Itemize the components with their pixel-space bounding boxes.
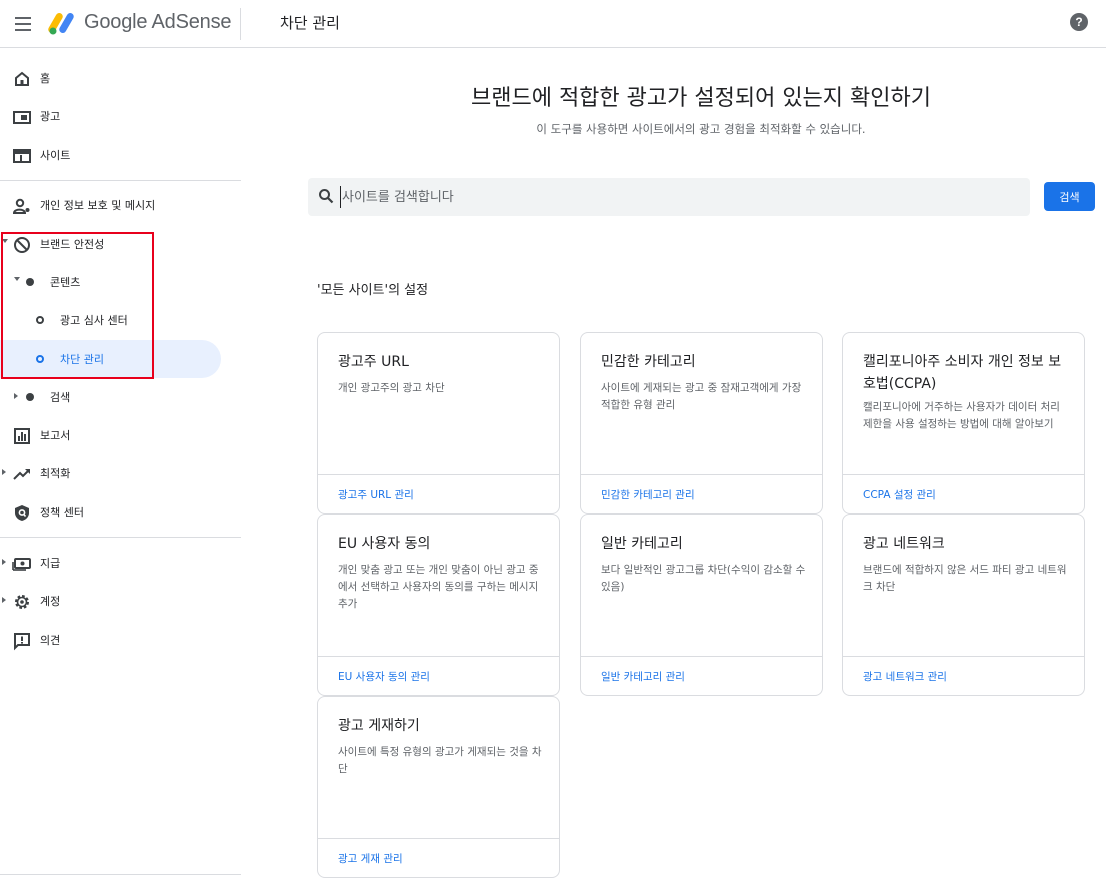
card-divider bbox=[318, 838, 559, 839]
payments-icon bbox=[12, 558, 31, 571]
sidebar-item-label: 검색 bbox=[50, 391, 71, 404]
help-icon[interactable]: ? bbox=[1070, 13, 1088, 31]
hero-title: 브랜드에 적합한 광고가 설정되어 있는지 확인하기 bbox=[470, 86, 931, 111]
card-divider bbox=[581, 474, 822, 475]
card-eu-consent: EU 사용자 동의 개인 맞춤 광고 또는 개인 맞춤이 아닌 광고 중에서 선… bbox=[317, 514, 560, 696]
card-description: 사이트에 특정 유형의 광고가 게재되는 것을 차단 bbox=[338, 746, 542, 775]
card-divider bbox=[581, 656, 822, 657]
sidebar-item-label: 의견 bbox=[40, 634, 61, 647]
sidebar-item-ads[interactable]: 광고 bbox=[0, 97, 241, 135]
card-divider bbox=[318, 474, 559, 475]
card-description: 캘리포니아에 거주하는 사용자가 데이터 처리 제한을 사용 설정하는 방법에 … bbox=[863, 401, 1060, 430]
sidebar-item-label: 지급 bbox=[40, 557, 61, 570]
card-ad-networks: 광고 네트워크 브랜드에 적합하지 않은 서드 파티 광고 네트워크 차단 광고… bbox=[842, 514, 1085, 696]
sidebar-item-label: 광고 bbox=[40, 110, 61, 123]
card-sensitive-categories: 민감한 카테고리 사이트에 게재되는 광고 중 잠재고객에게 가장 적합한 유형… bbox=[580, 332, 823, 514]
sidebar-item-label: 계정 bbox=[40, 595, 61, 608]
privacy-person-icon bbox=[12, 198, 30, 214]
card-title: 캘리포니아주 소비자 개인 정보 보호법(CCPA) bbox=[863, 354, 1062, 392]
card-link[interactable]: 광고주 URL 관리 bbox=[338, 487, 414, 502]
card-title: EU 사용자 동의 bbox=[338, 536, 431, 552]
sidebar-item-privacy[interactable]: 개인 정보 보호 및 메시지 bbox=[0, 186, 241, 224]
search-icon bbox=[319, 189, 334, 204]
bullet-icon bbox=[26, 393, 34, 401]
card-ad-serving: 광고 게재하기 사이트에 특정 유형의 광고가 게재되는 것을 차단 광고 게재… bbox=[317, 696, 560, 878]
search-button[interactable]: 검색 bbox=[1044, 182, 1095, 211]
expand-caret-icon bbox=[2, 469, 6, 475]
sidebar-item-policy[interactable]: 정책 센터 bbox=[0, 493, 241, 531]
trending-up-icon bbox=[13, 469, 30, 480]
card-divider bbox=[318, 656, 559, 657]
sidebar: 홈 광고 사이트 개인 정보 보호 및 메시지 브랜드 안전성 콘텐츠 광고 심… bbox=[0, 48, 241, 884]
web-icon bbox=[13, 149, 31, 163]
feedback-icon bbox=[14, 633, 30, 651]
card-description: 개인 맞춤 광고 또는 개인 맞춤이 아닌 광고 중에서 선택하고 사용자의 동… bbox=[338, 564, 539, 610]
card-ccpa: 캘리포니아주 소비자 개인 정보 보호법(CCPA) 캘리포니아에 거주하는 사… bbox=[842, 332, 1085, 514]
card-general-categories: 일반 카테고리 보다 일반적인 광고그룹 차단(수익이 감소할 수 있음) 일반… bbox=[580, 514, 823, 696]
card-title: 광고주 URL bbox=[338, 354, 409, 370]
ad-units-icon bbox=[13, 111, 31, 124]
page-title: 차단 관리 bbox=[280, 14, 340, 32]
sidebar-item-home[interactable]: 홈 bbox=[0, 59, 241, 97]
sidebar-divider bbox=[0, 537, 241, 538]
hero-subtitle: 이 도구를 사용하면 사이트에서의 광고 경험을 최적화할 수 있습니다. bbox=[536, 122, 866, 136]
expand-caret-icon bbox=[14, 393, 18, 399]
sidebar-item-feedback[interactable]: 의견 bbox=[0, 621, 241, 659]
section-title: '모든 사이트'의 설정 bbox=[317, 283, 429, 298]
sidebar-item-label: 사이트 bbox=[40, 149, 71, 162]
card-link[interactable]: CCPA 설정 관리 bbox=[863, 487, 936, 502]
card-link[interactable]: 민감한 카테고리 관리 bbox=[601, 487, 695, 502]
card-divider bbox=[843, 656, 1084, 657]
card-title: 민감한 카테고리 bbox=[601, 354, 696, 370]
sidebar-item-label: 보고서 bbox=[40, 429, 71, 442]
sidebar-item-reports[interactable]: 보고서 bbox=[0, 416, 241, 454]
card-title: 광고 네트워크 bbox=[863, 536, 945, 552]
card-link[interactable]: EU 사용자 동의 관리 bbox=[338, 669, 430, 684]
sidebar-item-sites[interactable]: 사이트 bbox=[0, 136, 241, 174]
card-description: 사이트에 게재되는 광고 중 잠재고객에게 가장 적합한 유형 관리 bbox=[601, 382, 802, 411]
card-description: 보다 일반적인 광고그룹 차단(수익이 감소할 수 있음) bbox=[601, 564, 806, 593]
sidebar-divider bbox=[0, 180, 241, 181]
sidebar-item-label: 개인 정보 보호 및 메시지 bbox=[40, 199, 156, 212]
sidebar-item-account[interactable]: 계정 bbox=[0, 582, 241, 620]
card-description: 개인 광고주의 광고 차단 bbox=[338, 382, 445, 394]
sidebar-divider bbox=[0, 874, 241, 875]
site-search-box[interactable] bbox=[308, 178, 1030, 216]
policy-shield-icon bbox=[15, 505, 29, 521]
card-link[interactable]: 광고 게재 관리 bbox=[338, 851, 403, 866]
sidebar-item-payments[interactable]: 지급 bbox=[0, 544, 241, 582]
adsense-logo-icon bbox=[48, 13, 74, 35]
sidebar-item-search[interactable]: 검색 bbox=[0, 378, 241, 416]
expand-caret-icon bbox=[2, 559, 6, 565]
sidebar-item-optimization[interactable]: 최적화 bbox=[0, 454, 241, 492]
header-divider bbox=[240, 8, 241, 40]
card-divider bbox=[843, 474, 1084, 475]
gear-icon bbox=[15, 595, 29, 609]
menu-icon[interactable] bbox=[12, 12, 36, 36]
sidebar-item-label: 최적화 bbox=[40, 467, 71, 480]
highlight-annotation-box bbox=[1, 232, 154, 379]
bar-chart-icon bbox=[14, 428, 30, 444]
card-link[interactable]: 광고 네트워크 관리 bbox=[863, 669, 947, 684]
card-title: 일반 카테고리 bbox=[601, 536, 683, 552]
top-app-bar: Google AdSense 차단 관리 ? bbox=[0, 0, 1106, 48]
home-icon bbox=[15, 71, 29, 86]
sidebar-item-label: 정책 센터 bbox=[40, 506, 84, 519]
card-advertiser-url: 광고주 URL 개인 광고주의 광고 차단 광고주 URL 관리 bbox=[317, 332, 560, 514]
site-search-input[interactable] bbox=[340, 186, 1020, 208]
brand-name[interactable]: Google AdSense bbox=[84, 11, 232, 34]
card-description: 브랜드에 적합하지 않은 서드 파티 광고 네트워크 차단 bbox=[863, 564, 1067, 593]
expand-caret-icon bbox=[2, 597, 6, 603]
card-title: 광고 게재하기 bbox=[338, 718, 420, 734]
card-link[interactable]: 일반 카테고리 관리 bbox=[601, 669, 685, 684]
sidebar-item-label: 홈 bbox=[40, 72, 51, 85]
